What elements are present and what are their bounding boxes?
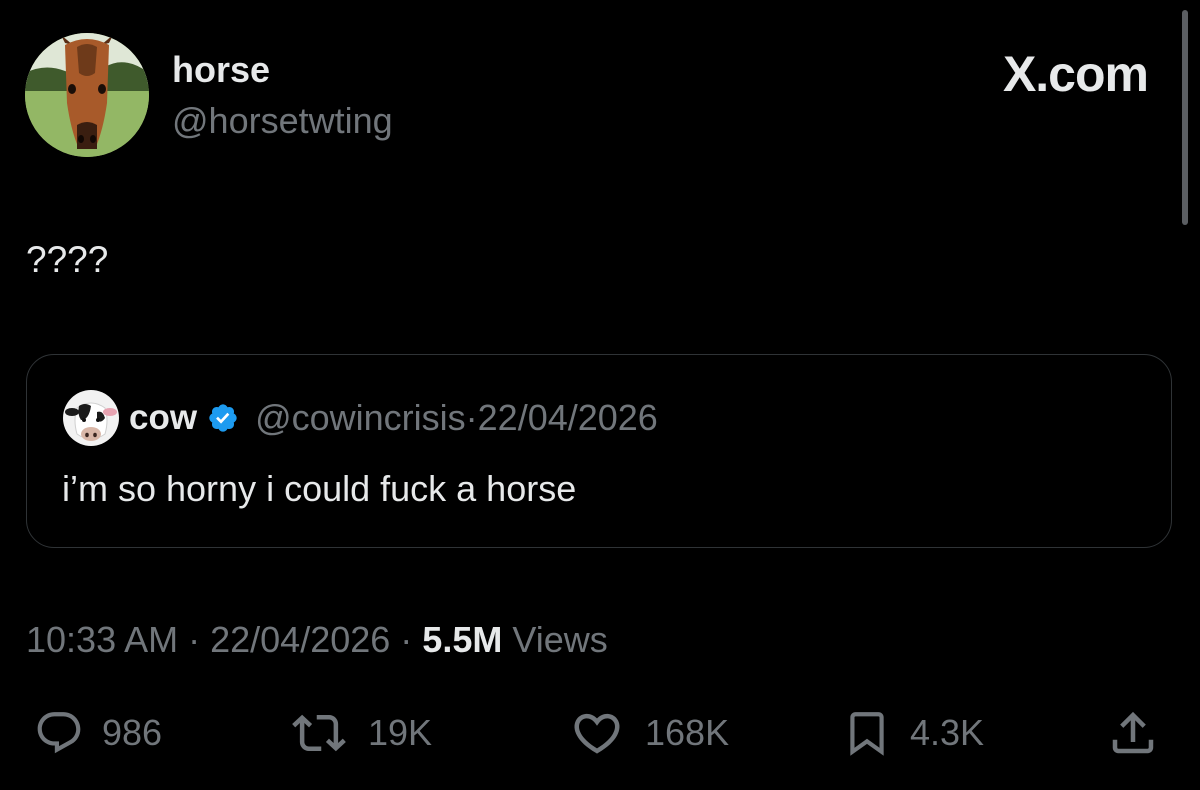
bookmark-button[interactable]: 4.3K	[842, 706, 984, 760]
tweet-date[interactable]: 22/04/2026	[210, 619, 390, 660]
quoted-author-handle[interactable]: @cowincrisis	[255, 397, 466, 439]
author-display-name[interactable]: horse	[172, 49, 270, 91]
quoted-tweet-card[interactable]: cow @cowincrisis · 22/04/2026 i’m so hor…	[26, 354, 1172, 548]
horse-avatar-icon	[25, 33, 149, 157]
quoted-author-name[interactable]: cow	[129, 397, 197, 439]
meta-separator: ·	[178, 619, 211, 660]
quoted-author-avatar[interactable]	[63, 390, 119, 446]
heart-icon	[574, 713, 620, 754]
quoted-tweet-date[interactable]: 22/04/2026	[478, 397, 658, 439]
quoted-tweet-header: cow @cowincrisis · 22/04/2026	[129, 397, 658, 439]
bookmark-icon	[850, 712, 884, 756]
repost-button[interactable]: 19K	[288, 706, 432, 760]
verified-badge-icon	[209, 404, 237, 432]
meta-separator: ·	[465, 397, 478, 438]
views-count: 5.5M	[422, 619, 503, 660]
views-label: Views	[512, 619, 608, 660]
meta-separator: ·	[390, 619, 423, 660]
scrollbar[interactable]	[1182, 10, 1188, 225]
reply-count: 986	[102, 712, 163, 753]
share-button[interactable]	[1106, 706, 1160, 760]
x-com-logo: X.com	[1002, 46, 1149, 102]
quoted-tweet-text: i’m so horny i could fuck a horse	[62, 468, 577, 509]
tweet-time[interactable]: 10:33 AM	[26, 619, 178, 660]
reply-button[interactable]: 986	[34, 706, 162, 760]
repost-count: 19K	[368, 712, 433, 753]
tweet-meta: 10:33 AM · 22/04/2026 · 5.5M Views	[26, 618, 608, 662]
bookmark-count: 4.3K	[910, 712, 985, 753]
repost-icon	[292, 714, 346, 752]
like-button[interactable]: 168K	[567, 706, 729, 760]
like-count: 168K	[645, 712, 730, 753]
reply-icon	[37, 712, 81, 754]
author-handle[interactable]: @horsetwting	[172, 100, 393, 142]
share-icon	[1112, 711, 1154, 754]
author-avatar[interactable]	[25, 33, 149, 157]
tweet-text: ????	[26, 239, 109, 280]
cow-avatar-icon	[63, 390, 119, 446]
